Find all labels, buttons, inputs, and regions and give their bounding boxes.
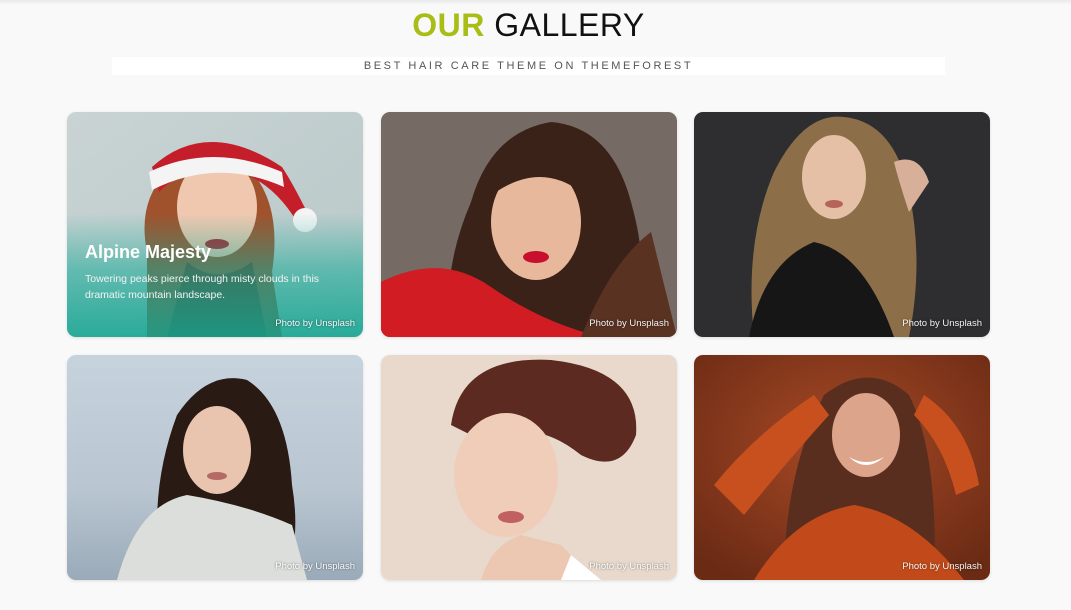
gallery-card-6[interactable]: Photo by Unsplash — [694, 355, 990, 580]
gallery-card-4[interactable]: Photo by Unsplash — [67, 355, 363, 580]
gallery-photo-2 — [381, 112, 677, 337]
gallery-grid: Alpine Majesty Towering peaks pierce thr… — [67, 112, 990, 580]
photo-credit[interactable]: Photo by Unsplash — [589, 318, 669, 329]
gallery-photo-6 — [694, 355, 990, 580]
section-subtitle: BEST HAIR CARE THEME ON THEMEFOREST — [363, 60, 694, 72]
photo-credit[interactable]: Photo by Unsplash — [275, 318, 355, 329]
photo-credit[interactable]: Photo by Unsplash — [902, 561, 982, 572]
photo-credit[interactable]: Photo by Unsplash — [589, 561, 669, 572]
subtitle-band: BEST HAIR CARE THEME ON THEMEFOREST — [112, 57, 945, 75]
gallery-card-1[interactable]: Alpine Majesty Towering peaks pierce thr… — [67, 112, 363, 337]
title-rest: GALLERY — [494, 7, 645, 43]
caption-description: Towering peaks pierce through misty clou… — [85, 273, 320, 301]
gallery-photo-4 — [67, 355, 363, 580]
title-accent: OUR — [412, 7, 485, 43]
section-title: OUR GALLERY — [0, 6, 1057, 44]
caption-title: Alpine Majesty — [85, 242, 212, 262]
gallery-photo-5 — [381, 355, 677, 580]
gallery-card-2[interactable]: Photo by Unsplash — [381, 112, 677, 337]
photo-credit[interactable]: Photo by Unsplash — [902, 318, 982, 329]
photo-credit[interactable]: Photo by Unsplash — [275, 561, 355, 572]
top-bar — [0, 0, 1071, 4]
gallery-card-3[interactable]: Photo by Unsplash — [694, 112, 990, 337]
gallery-photo-3 — [694, 112, 990, 337]
caption-overlay — [67, 112, 363, 337]
gallery-card-5[interactable]: Photo by Unsplash — [381, 355, 677, 580]
